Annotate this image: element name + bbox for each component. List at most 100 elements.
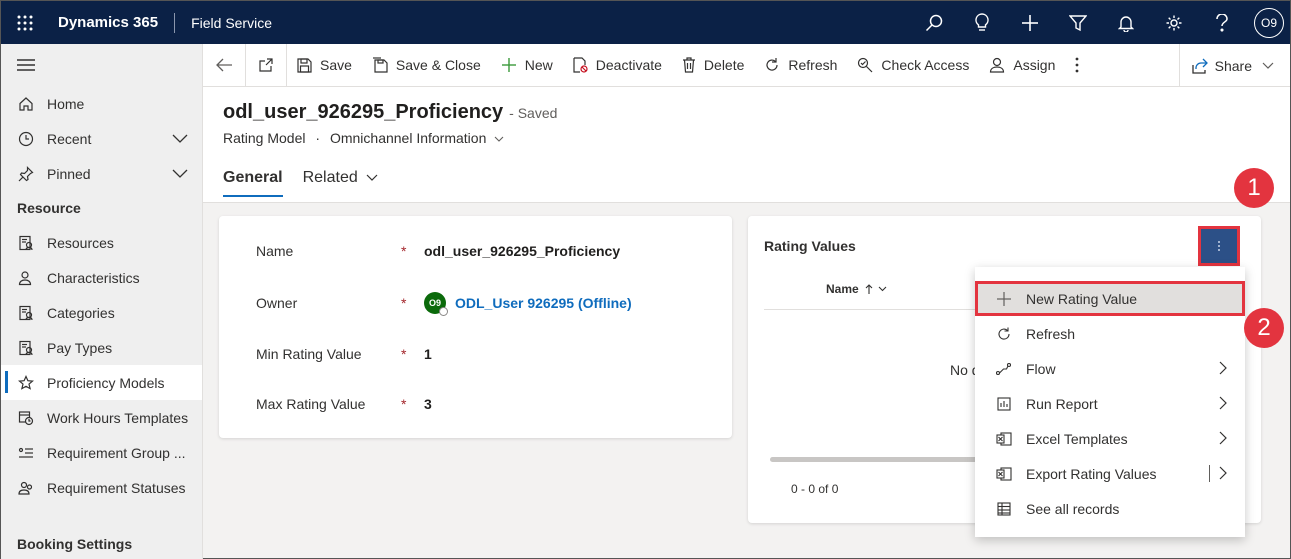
menu-item-new-rating-value[interactable]: New Rating Value [975,281,1245,316]
menu-item-see-all-records[interactable]: See all records [975,491,1245,526]
save-close-button[interactable]: Save & Close [362,44,491,87]
name-field[interactable]: odl_user_926295_Proficiency [424,243,620,259]
subgrid-more-button[interactable] [1198,226,1240,266]
sidebar-item-home[interactable]: Home [1,86,202,121]
sidebar-item-pay-types[interactable]: Pay Types [1,330,202,365]
chevron-down-icon[interactable] [172,131,188,147]
check-access-button[interactable]: Check Access [847,44,979,87]
sidebar-item-categories[interactable]: Categories [1,295,202,330]
tab-related[interactable]: Related [303,169,379,197]
deactivate-icon [573,57,588,73]
sidebar-item-recent[interactable]: Recent [1,121,202,156]
sidebar-item-label: Work Hours Templates [47,409,189,426]
chevron-right-icon [1219,361,1227,378]
open-new-window-button[interactable] [246,44,286,87]
horizontal-scrollbar[interactable] [770,457,980,462]
menu-item-label: Refresh [1026,325,1076,342]
module-name[interactable]: Field Service [191,15,272,31]
gear-icon[interactable] [1150,1,1198,44]
chevron-right-icon[interactable] [1219,466,1227,483]
menu-item-label: See all records [1026,500,1120,517]
home-icon [17,96,35,112]
sidebar-item-label: Requirement Group ... [47,444,186,461]
sidebar-item-work-hours-templates[interactable]: Work Hours Templates [1,400,202,435]
sidebar-item-resources[interactable]: Resources [1,225,202,260]
star-icon [17,374,35,391]
sidebar-item-pinned[interactable]: Pinned [1,156,202,191]
hamburger-icon[interactable] [1,44,202,86]
bell-icon[interactable] [1102,1,1150,44]
min-rating-field[interactable]: 1 [424,346,432,362]
more-vertical-icon [1075,57,1079,73]
assign-button[interactable]: Assign [979,44,1065,87]
new-button[interactable]: New [491,44,563,87]
column-header-name[interactable]: Name [826,282,887,296]
person-icon [17,270,35,286]
form-selector[interactable]: Omnichannel Information [330,130,504,146]
back-button[interactable] [203,44,245,87]
refresh-button[interactable]: Refresh [754,44,847,87]
tab-general[interactable]: General [223,169,283,197]
save-close-label: Save & Close [395,57,481,73]
refresh-icon [766,58,778,71]
share-button[interactable]: Share [1178,44,1290,87]
sidebar-item-requirement-statuses[interactable]: Requirement Statuses [1,470,202,505]
subgrid-context-menu: New Rating Value Refresh Flow Run Report… [975,267,1245,537]
app-launcher-icon[interactable] [1,1,49,44]
page-title: odl_user_926295_Proficiency [223,101,504,123]
sidebar-item-requirement-group[interactable]: Requirement Group ... [1,435,202,470]
menu-item-export-rating-values[interactable]: Export Rating Values [975,456,1245,491]
refresh-icon [995,327,1013,341]
search-icon[interactable] [910,1,958,44]
table-icon [995,501,1013,516]
filter-icon[interactable] [1054,1,1102,44]
split-divider [1209,465,1210,482]
save-button[interactable]: Save [287,44,362,87]
field-label: Owner [256,295,298,311]
people-icon [17,480,35,496]
tab-related-label: Related [302,169,358,186]
deactivate-button[interactable]: Deactivate [563,44,672,87]
trash-icon [682,57,695,73]
max-rating-field[interactable]: 3 [424,396,432,412]
help-icon[interactable] [1198,1,1246,44]
more-vertical-icon [1218,241,1220,251]
owner-lookup[interactable]: O9 ODL_User 926295 (Offline) [424,292,632,316]
chevron-right-icon [1219,396,1227,413]
record-title-row: odl_user_926295_Proficiency - Saved [223,101,557,124]
calendar-clock-icon [17,410,35,426]
lightbulb-icon[interactable] [958,1,1006,44]
sidebar-item-label: Categories [47,304,115,321]
plus-icon[interactable] [1006,1,1054,44]
required-indicator: * [401,243,407,259]
sidebar-item-proficiency-models[interactable]: Proficiency Models [1,365,202,400]
sidebar-item-label: Recent [47,130,92,147]
menu-item-run-report[interactable]: Run Report [975,386,1245,421]
general-form-section: Name * odl_user_926295_Proficiency Owner… [219,216,732,438]
sidebar-item-label: Characteristics [47,269,140,286]
step-callout-1: 1 [1234,168,1274,208]
menu-item-label: Excel Templates [1026,430,1128,447]
person-icon [990,57,1005,73]
sidebar-item-characteristics[interactable]: Characteristics [1,260,202,295]
resource-icon [17,340,35,356]
clock-icon [17,131,35,147]
top-bar: Dynamics 365 Field Service O9 [1,1,1290,44]
menu-item-flow[interactable]: Flow [975,351,1245,386]
app-name[interactable]: Dynamics 365 [58,12,176,33]
sidebar-group-resource: Resource [17,200,81,216]
more-commands-button[interactable] [1065,44,1097,87]
user-avatar[interactable]: O9 [1254,7,1284,38]
field-label: Max Rating Value [256,396,366,412]
avatar: O9 [424,292,448,316]
field-min-rating: Min Rating Value * 1 [256,344,716,364]
menu-item-excel-templates[interactable]: Excel Templates [975,421,1245,456]
check-access-label: Check Access [881,57,970,73]
delete-button[interactable]: Delete [672,44,754,87]
owner-link[interactable]: ODL_User 926295 (Offline) [455,295,632,311]
flow-icon [995,362,1013,375]
chevron-down-icon[interactable] [172,166,188,182]
chevron-down-icon [494,136,504,143]
refresh-label: Refresh [788,57,838,73]
menu-item-refresh[interactable]: Refresh [975,316,1245,351]
